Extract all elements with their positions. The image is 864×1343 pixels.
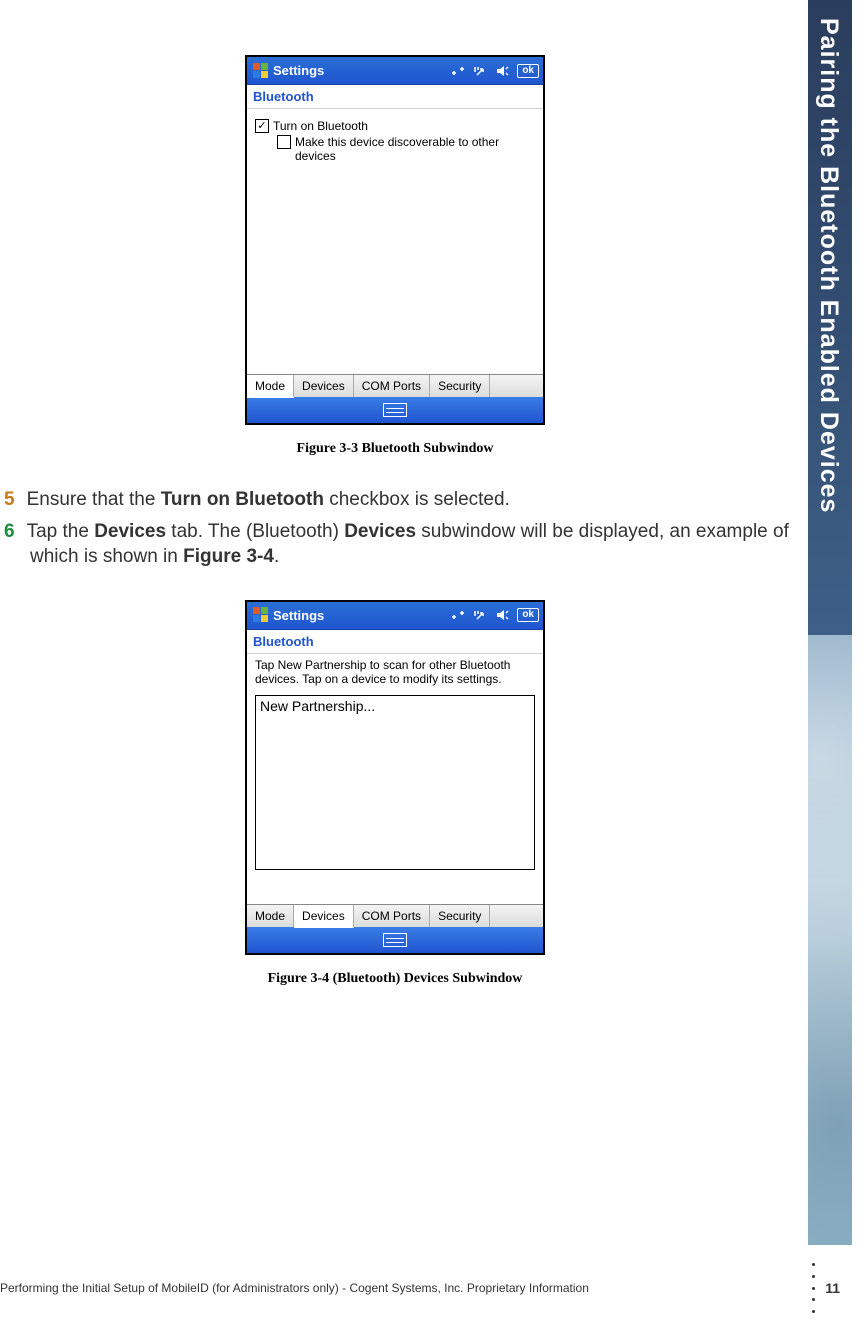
phone2-tabs: Mode Devices COM Ports Security <box>247 904 543 927</box>
step-5: 5 Ensure that the Turn on Bluetooth check… <box>0 487 790 513</box>
phone2-status-icons: ok <box>451 608 539 622</box>
step-5-text-post: checkbox is selected. <box>324 489 510 510</box>
phone2-subtitle: Bluetooth <box>247 630 543 654</box>
new-partnership-item[interactable]: New Partnership... <box>260 698 530 714</box>
phone2-bottombar <box>247 927 543 953</box>
connectivity-icon <box>451 609 465 621</box>
speaker-icon <box>495 65 509 77</box>
phone1-title-text: Settings <box>273 63 324 78</box>
page-footer: Performing the Initial Setup of MobileID… <box>0 1263 840 1313</box>
keyboard-icon[interactable] <box>383 403 407 417</box>
phone2-body: Tap New Partnership to scan for other Bl… <box>247 654 543 904</box>
discoverable-checkbox[interactable] <box>277 135 291 149</box>
tab-mode[interactable]: Mode <box>247 375 294 398</box>
tab-security[interactable]: Security <box>430 905 490 927</box>
step-6-bold1: Devices <box>94 521 166 542</box>
tab-security[interactable]: Security <box>430 375 490 397</box>
step-6-number: 6 <box>4 521 15 542</box>
figure-3-4-screenshot: Settings ok Bluetooth Tap New Partnershi… <box>245 600 545 955</box>
turn-on-bluetooth-checkbox[interactable]: ✓ <box>255 119 269 133</box>
phone1-status-icons: ok <box>451 64 539 78</box>
keyboard-icon[interactable] <box>383 933 407 947</box>
sidebar-chapter-tab: Pairing the Bluetooth Enabled Devices <box>808 0 852 635</box>
signal-icon <box>473 609 487 621</box>
tab-devices[interactable]: Devices <box>294 375 354 397</box>
partnership-list[interactable]: New Partnership... <box>255 695 535 870</box>
turn-on-bluetooth-label: Turn on Bluetooth <box>273 119 368 133</box>
speaker-icon <box>495 609 509 621</box>
sidebar-chapter-title: Pairing the Bluetooth Enabled Devices <box>808 0 843 513</box>
footer-text: Performing the Initial Setup of MobileID… <box>0 1281 802 1295</box>
step-6-bold2: Devices <box>344 521 416 542</box>
step-5-text-pre: Ensure that the <box>27 489 161 510</box>
figure-3-3-screenshot: Settings ok Bluetooth ✓ Turn on Bluetoot… <box>245 55 545 425</box>
windows-flag-icon <box>251 606 269 624</box>
step-6-figref: Figure 3-4 <box>183 546 274 567</box>
sidebar-decorative-image <box>808 635 852 1245</box>
phone1-titlebar: Settings ok <box>247 57 543 85</box>
tab-devices[interactable]: Devices <box>294 905 354 928</box>
figure-3-4-caption: Figure 3-4 (Bluetooth) Devices Subwindow <box>0 971 790 987</box>
windows-flag-icon <box>251 62 269 80</box>
tab-com-ports[interactable]: COM Ports <box>354 905 430 927</box>
ok-button[interactable]: ok <box>517 608 539 622</box>
phone1-bottombar <box>247 397 543 423</box>
step-6-text-mid1: tab. The (Bluetooth) <box>166 521 344 542</box>
page-number: 11 <box>825 1280 840 1296</box>
ok-button[interactable]: ok <box>517 64 539 78</box>
phone2-help-text: Tap New Partnership to scan for other Bl… <box>255 658 535 687</box>
figure-3-3-caption: Figure 3-3 Bluetooth Subwindow <box>0 441 790 457</box>
phone2-titlebar: Settings ok <box>247 602 543 630</box>
signal-icon <box>473 65 487 77</box>
footer-dots-icon <box>812 1263 815 1313</box>
phone1-subtitle: Bluetooth <box>247 85 543 109</box>
phone2-title-text: Settings <box>273 608 324 623</box>
step-6-tail: . <box>274 546 279 567</box>
tab-com-ports[interactable]: COM Ports <box>354 375 430 397</box>
connectivity-icon <box>451 65 465 77</box>
phone1-tabs: Mode Devices COM Ports Security <box>247 374 543 397</box>
discoverable-label: Make this device discoverable to other d… <box>295 135 535 163</box>
step-6: 6 Tap the Devices tab. The (Bluetooth) De… <box>0 519 790 570</box>
step-5-number: 5 <box>4 489 15 510</box>
step-6-text-pre: Tap the <box>27 521 95 542</box>
phone1-body: ✓ Turn on Bluetooth Make this device dis… <box>247 109 543 374</box>
step-5-bold: Turn on Bluetooth <box>161 489 324 510</box>
tab-mode[interactable]: Mode <box>247 905 294 927</box>
